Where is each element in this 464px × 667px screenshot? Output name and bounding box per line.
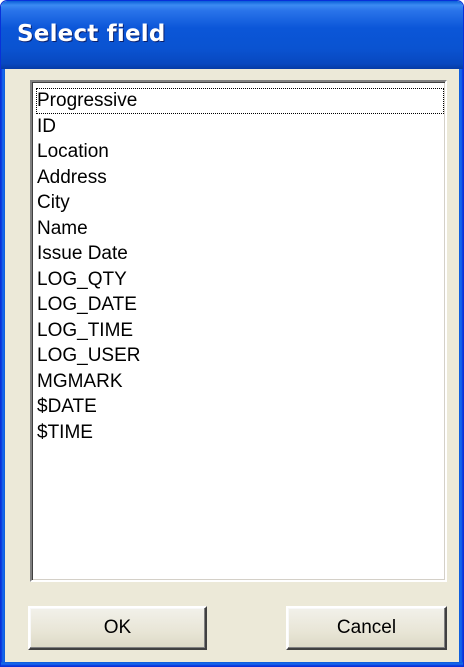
ok-button[interactable]: OK bbox=[28, 606, 207, 650]
list-item-log-user[interactable]: LOG_USER bbox=[36, 343, 445, 369]
list-item-issue-date[interactable]: Issue Date bbox=[36, 241, 445, 267]
list-item-progressive[interactable]: Progressive bbox=[36, 88, 444, 114]
list-item-mgmark[interactable]: MGMARK bbox=[36, 369, 445, 395]
list-item-time-var[interactable]: $TIME bbox=[36, 420, 445, 446]
field-list: Progressive ID Location Address City Nam… bbox=[32, 82, 445, 445]
list-item-date-var[interactable]: $DATE bbox=[36, 394, 445, 420]
list-item-log-time[interactable]: LOG_TIME bbox=[36, 318, 445, 344]
window-frame-bottom bbox=[1, 662, 463, 666]
window-frame-right bbox=[459, 69, 463, 666]
list-item-log-qty[interactable]: LOG_QTY bbox=[36, 267, 445, 293]
list-item-name[interactable]: Name bbox=[36, 216, 445, 242]
window-frame-left bbox=[1, 69, 5, 666]
field-listbox[interactable]: Progressive ID Location Address City Nam… bbox=[30, 80, 447, 582]
dialog-title: Select field bbox=[17, 21, 166, 47]
select-field-dialog: Select field Progressive ID Location Add… bbox=[0, 0, 464, 667]
list-item-address[interactable]: Address bbox=[36, 165, 445, 191]
cancel-button[interactable]: Cancel bbox=[286, 606, 447, 650]
list-item-location[interactable]: Location bbox=[36, 139, 445, 165]
list-item-log-date[interactable]: LOG_DATE bbox=[36, 292, 445, 318]
list-item-id[interactable]: ID bbox=[36, 114, 445, 140]
list-item-city[interactable]: City bbox=[36, 190, 445, 216]
title-bar[interactable]: Select field bbox=[1, 1, 463, 69]
